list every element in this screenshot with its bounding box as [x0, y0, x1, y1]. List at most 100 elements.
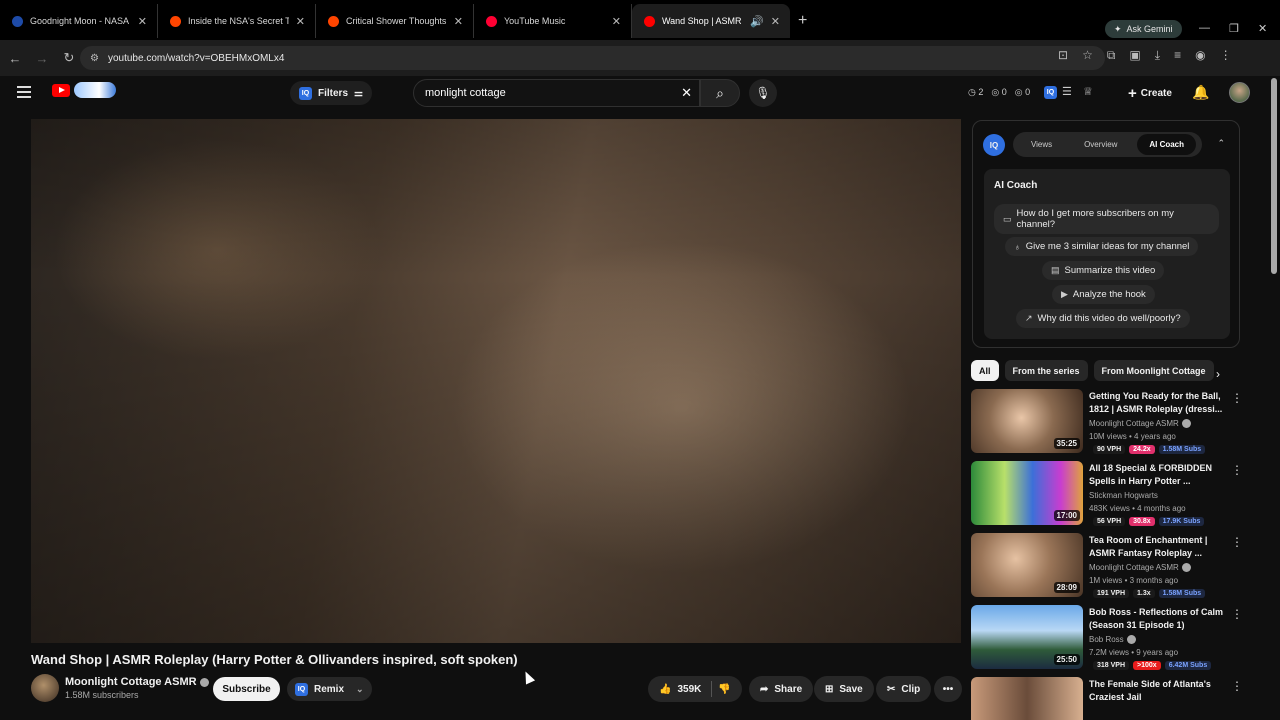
suggestion-performance[interactable]: ↗ Why did this video do well/poorly?	[1016, 309, 1190, 328]
ask-gemini-button[interactable]: ✦ Ask Gemini	[1105, 20, 1182, 38]
award-icon[interactable]: ♕	[1083, 85, 1093, 98]
like-icon[interactable]: 👍	[659, 684, 671, 695]
youtube-logo-icon[interactable]	[52, 84, 70, 97]
voice-search-button[interactable]: 🎙	[749, 79, 777, 107]
search-button[interactable]: ⌕	[700, 79, 740, 107]
youtube-header: IQ Filters ⚌ monlight cottage ✕ ⌕ 🎙 ◷ 2 …	[0, 76, 1280, 110]
close-tab-icon[interactable]: ✕	[612, 15, 621, 28]
extensions-icon[interactable]: ⧉	[1107, 48, 1116, 63]
more-actions-button[interactable]: •••	[934, 676, 962, 702]
doodle-logo-icon[interactable]	[74, 82, 116, 98]
forward-icon[interactable]: →	[30, 51, 54, 66]
like-count[interactable]: 359K	[677, 684, 701, 695]
clear-search-icon[interactable]: ✕	[681, 85, 692, 101]
video-thumbnail[interactable]: 28:09	[971, 533, 1083, 597]
hamburger-menu-icon[interactable]	[17, 86, 31, 101]
media-icon[interactable]: ≡	[1174, 48, 1181, 63]
tab-wand-shop[interactable]: Wand Shop | ASMR Roleplay 🔊 ✕	[632, 4, 790, 38]
rec-title[interactable]: Tea Room of Enchantment | ASMR Fantasy R…	[1089, 534, 1223, 560]
tab-goodnight-moon[interactable]: Goodnight Moon - NASA ✕	[0, 4, 158, 38]
tab-overview[interactable]: Overview	[1072, 134, 1129, 155]
more-options-icon[interactable]: ⋮	[1231, 463, 1243, 477]
clip-label: Clip	[901, 683, 921, 695]
side-panel-icon[interactable]: ▣	[1129, 48, 1140, 63]
dislike-icon[interactable]: 👎	[718, 684, 730, 695]
vidiq-stats[interactable]: ◷ 2 ◎ 0 ◎ 0	[968, 87, 1030, 98]
back-icon[interactable]: ←	[3, 51, 27, 66]
suggestion-hook[interactable]: ▶ Analyze the hook	[1052, 285, 1155, 304]
chip-all[interactable]: All	[971, 360, 999, 381]
more-options-icon[interactable]: ⋮	[1231, 391, 1243, 405]
save-button[interactable]: ⊞ Save	[814, 676, 874, 702]
minimize-icon[interactable]: —	[1199, 22, 1210, 34]
search-input[interactable]: monlight cottage ✕	[413, 79, 700, 107]
reload-icon[interactable]: ↻	[57, 50, 81, 66]
video-thumbnail[interactable]: 35:25	[971, 389, 1083, 453]
menu-kebab-icon[interactable]: ⋮	[1220, 48, 1232, 63]
list-icon[interactable]: ☰	[1062, 85, 1072, 98]
channel-name[interactable]: Moonlight Cottage ASMR	[65, 676, 209, 688]
close-tab-icon[interactable]: ✕	[454, 15, 463, 28]
rec-title[interactable]: Getting You Ready for the Ball, 1812 | A…	[1089, 390, 1223, 416]
list-item[interactable]: 25:50 Bob Ross - Reflections of Calm (Se…	[971, 605, 1246, 671]
video-icon: ▭	[1003, 213, 1012, 224]
account-avatar[interactable]	[1229, 82, 1250, 103]
site-info-icon[interactable]: ⚙	[90, 53, 99, 64]
rec-badges: 191 VPH 1.3x 1.58M Subs	[1093, 589, 1206, 598]
clip-button[interactable]: ✂ Clip	[876, 676, 932, 702]
remix-button[interactable]: IQ Remix ⌄	[287, 677, 372, 701]
maximize-icon[interactable]: ❐	[1229, 22, 1239, 35]
close-tab-icon[interactable]: ✕	[771, 15, 780, 28]
new-tab-icon[interactable]: +	[798, 12, 807, 30]
bookmark-star-icon[interactable]: ☆	[1082, 48, 1093, 63]
tab-ai-coach[interactable]: AI Coach	[1137, 134, 1197, 155]
list-item[interactable]: 17:00 All 18 Special & FORBIDDEN Spells …	[971, 461, 1246, 527]
suggestion-summarize[interactable]: ▤ Summarize this video	[1042, 261, 1165, 280]
video-thumbnail[interactable]: 25:50	[971, 605, 1083, 669]
share-button[interactable]: ➦ Share	[749, 676, 814, 702]
channel-avatar[interactable]	[31, 674, 59, 702]
tab-nsa-tool[interactable]: Inside the NSA's Secret Tool for ✕	[158, 4, 316, 38]
list-item[interactable]: 35:25 Getting You Ready for the Ball, 18…	[971, 389, 1246, 455]
notifications-bell-icon[interactable]: 🔔	[1192, 84, 1209, 101]
tab-views[interactable]: Views	[1019, 134, 1064, 155]
subscribe-button[interactable]: Subscribe	[213, 677, 280, 701]
list-item[interactable]: The Female Side of Atlanta's Craziest Ja…	[971, 677, 1246, 720]
create-button[interactable]: + Create	[1118, 80, 1182, 106]
address-bar-row: ← → ↻ ⚙ youtube.com/watch?v=OBEHMxOMLx4 …	[0, 40, 1280, 76]
chevron-up-icon[interactable]: ⌃	[1217, 138, 1225, 149]
more-options-icon[interactable]: ⋮	[1231, 679, 1243, 693]
video-thumbnail[interactable]	[971, 677, 1083, 720]
url-field[interactable]: ⚙ youtube.com/watch?v=OBEHMxOMLx4	[80, 46, 1105, 70]
video-thumbnail[interactable]: 17:00	[971, 461, 1083, 525]
chip-from-channel[interactable]: From Moonlight Cottage	[1093, 360, 1214, 381]
close-window-icon[interactable]: ✕	[1258, 22, 1267, 35]
tab-youtube-music[interactable]: YouTube Music ✕	[474, 4, 632, 38]
close-tab-icon[interactable]: ✕	[138, 15, 147, 28]
download-icon[interactable]: ⤓	[1155, 48, 1160, 63]
verified-icon	[1181, 563, 1191, 573]
page-scrollbar[interactable]	[1271, 78, 1277, 274]
rec-badges: 318 VPH >100x 6.42M Subs	[1093, 661, 1212, 670]
chip-from-series[interactable]: From the series	[1004, 360, 1088, 381]
rec-title[interactable]: All 18 Special & FORBIDDEN Spells in Har…	[1089, 462, 1223, 488]
more-options-icon[interactable]: ⋮	[1231, 607, 1243, 621]
suggestion-label: Why did this video do well/poorly?	[1037, 313, 1181, 324]
tab-title: Critical Shower Thoughts	[346, 16, 447, 26]
filters-label: Filters	[318, 87, 349, 99]
tab-shower-thoughts[interactable]: Critical Shower Thoughts ✕	[316, 4, 474, 38]
rec-title[interactable]: The Female Side of Atlanta's Craziest Ja…	[1089, 678, 1223, 704]
suggestion-subscribers[interactable]: ▭ How do I get more subscribers on my ch…	[994, 204, 1219, 234]
filters-button[interactable]: IQ Filters ⚌	[290, 81, 372, 105]
rec-title[interactable]: Bob Ross - Reflections of Calm (Season 3…	[1089, 606, 1223, 632]
chevron-right-icon[interactable]: ›	[1216, 367, 1220, 381]
more-options-icon[interactable]: ⋮	[1231, 535, 1243, 549]
close-tab-icon[interactable]: ✕	[296, 15, 305, 28]
profile-icon[interactable]: ◉	[1195, 48, 1205, 63]
suggestion-ideas[interactable]: ♁ Give me 3 similar ideas for my channel	[1005, 237, 1199, 256]
speaker-icon[interactable]: 🔊	[750, 15, 764, 28]
install-app-icon[interactable]: ⊡	[1058, 48, 1068, 63]
vidiq-badge-icon[interactable]: IQ	[1044, 85, 1057, 99]
list-item[interactable]: 28:09 Tea Room of Enchantment | ASMR Fan…	[971, 533, 1246, 599]
video-player[interactable]	[31, 119, 961, 643]
